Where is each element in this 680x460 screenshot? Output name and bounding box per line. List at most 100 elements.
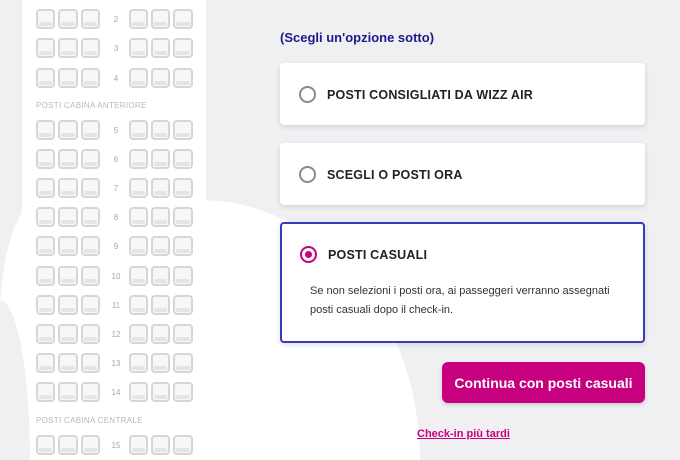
seat-icon[interactable]	[128, 382, 149, 402]
seat-icon[interactable]	[58, 435, 78, 455]
seat-icon[interactable]	[173, 382, 193, 402]
seat-icon[interactable]	[128, 207, 149, 227]
seat-icon[interactable]	[80, 120, 101, 140]
seat-icon[interactable]	[151, 382, 171, 402]
seat-icon[interactable]	[36, 353, 56, 373]
seat-icon[interactable]	[128, 266, 149, 286]
seat-icon[interactable]	[151, 236, 171, 256]
row-number: 15	[111, 440, 121, 450]
row-number: 5	[113, 125, 119, 135]
seat-icon[interactable]	[151, 266, 171, 286]
seat-icon[interactable]	[128, 178, 149, 198]
seat-icon[interactable]	[36, 236, 56, 256]
seat-icon[interactable]	[128, 38, 149, 58]
seat-icon[interactable]	[173, 324, 193, 344]
row-number: 14	[111, 387, 121, 397]
seat-icon[interactable]	[36, 38, 56, 58]
seat-icon[interactable]	[151, 353, 171, 373]
row-number: 6	[113, 154, 119, 164]
seat-icon[interactable]	[128, 120, 149, 140]
seat-icon[interactable]	[128, 295, 149, 315]
seat-icon[interactable]	[80, 382, 101, 402]
seat-icon[interactable]	[80, 178, 101, 198]
seat-icon[interactable]	[80, 236, 101, 256]
seat-icon[interactable]	[173, 149, 193, 169]
seat-icon[interactable]	[151, 435, 171, 455]
seat-icon[interactable]	[128, 9, 149, 29]
seat-icon[interactable]	[36, 382, 56, 402]
seat-icon[interactable]	[36, 295, 56, 315]
seat-icon[interactable]	[128, 324, 149, 344]
seat-icon[interactable]	[128, 236, 149, 256]
radio-unselected-icon[interactable]	[299, 86, 316, 103]
row-number: 11	[111, 300, 121, 310]
seat-icon[interactable]	[80, 324, 101, 344]
seat-icon[interactable]	[36, 9, 56, 29]
seat-icon[interactable]	[151, 38, 171, 58]
seat-icon[interactable]	[58, 236, 78, 256]
seat-icon[interactable]	[58, 324, 78, 344]
seat-icon[interactable]	[151, 295, 171, 315]
seat-icon[interactable]	[36, 68, 56, 88]
seat-icon[interactable]	[58, 353, 78, 373]
seat-icon[interactable]	[80, 295, 101, 315]
seat-icon[interactable]	[58, 382, 78, 402]
seat-icon[interactable]	[58, 9, 78, 29]
seat-icon[interactable]	[151, 178, 171, 198]
seat-icon[interactable]	[36, 435, 56, 455]
seat-icon[interactable]	[36, 207, 56, 227]
seat-icon[interactable]	[128, 68, 149, 88]
seat-icon[interactable]	[58, 68, 78, 88]
seat-icon[interactable]	[80, 353, 101, 373]
seat-icon[interactable]	[80, 149, 101, 169]
seat-icon[interactable]	[173, 178, 193, 198]
radio-unselected-icon[interactable]	[299, 166, 316, 183]
seat-icon[interactable]	[151, 207, 171, 227]
seat-icon[interactable]	[173, 9, 193, 29]
seat-icon[interactable]	[173, 207, 193, 227]
row-number: 8	[113, 212, 119, 222]
seat-icon[interactable]	[173, 120, 193, 140]
seat-icon[interactable]	[58, 149, 78, 169]
seat-icon[interactable]	[36, 120, 56, 140]
radio-selected-icon[interactable]	[300, 246, 317, 263]
seat-icon[interactable]	[151, 68, 171, 88]
seat-icon[interactable]	[173, 236, 193, 256]
continue-random-seats-button[interactable]: Continua con posti casuali	[442, 362, 645, 403]
seat-icon[interactable]	[151, 149, 171, 169]
seat-icon[interactable]	[151, 120, 171, 140]
seat-icon[interactable]	[36, 149, 56, 169]
seat-icon[interactable]	[173, 266, 193, 286]
seat-icon[interactable]	[58, 295, 78, 315]
seat-icon[interactable]	[58, 38, 78, 58]
seat-icon[interactable]	[80, 207, 101, 227]
seat-icon[interactable]	[80, 9, 101, 29]
option-choose-seats-now[interactable]: SCEGLI O POSTI ORA	[280, 143, 645, 205]
seat-row: 6	[36, 147, 196, 171]
seat-icon[interactable]	[173, 295, 193, 315]
seat-icon[interactable]	[151, 9, 171, 29]
seat-icon[interactable]	[151, 324, 171, 344]
seat-icon[interactable]	[173, 353, 193, 373]
option-recommended-seats[interactable]: POSTI CONSIGLIATI DA WIZZ AIR	[280, 63, 645, 125]
option-random-seats[interactable]: POSTI CASUALI Se non selezioni i posti o…	[280, 222, 645, 343]
seat-icon[interactable]	[58, 266, 78, 286]
seat-row: 5	[36, 118, 196, 142]
seat-icon[interactable]	[80, 266, 101, 286]
seat-icon[interactable]	[36, 178, 56, 198]
seat-icon[interactable]	[173, 435, 193, 455]
seat-icon[interactable]	[80, 68, 101, 88]
seat-icon[interactable]	[58, 120, 78, 140]
seat-icon[interactable]	[128, 353, 149, 373]
seat-icon[interactable]	[36, 266, 56, 286]
seat-icon[interactable]	[80, 435, 101, 455]
check-in-later-link[interactable]: Check-in più tardi	[417, 428, 510, 440]
seat-icon[interactable]	[173, 68, 193, 88]
seat-icon[interactable]	[36, 324, 56, 344]
seat-icon[interactable]	[128, 435, 149, 455]
seat-icon[interactable]	[58, 178, 78, 198]
seat-icon[interactable]	[128, 149, 149, 169]
seat-icon[interactable]	[80, 38, 101, 58]
seat-icon[interactable]	[173, 38, 193, 58]
seat-icon[interactable]	[58, 207, 78, 227]
